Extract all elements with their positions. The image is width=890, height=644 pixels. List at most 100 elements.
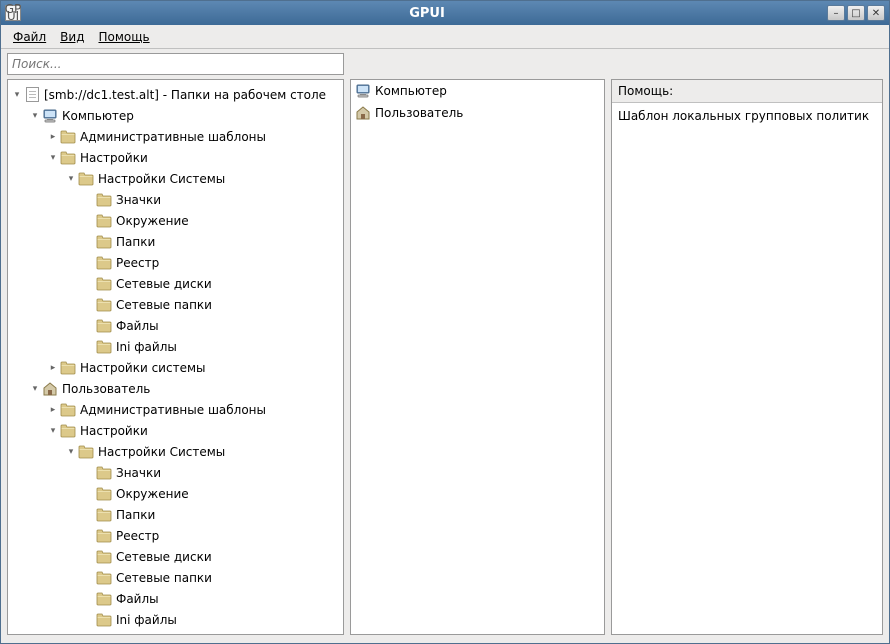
computer-icon: [42, 108, 58, 124]
tree-expander[interactable]: ▾: [46, 424, 60, 438]
tree-expander[interactable]: [82, 277, 96, 291]
tree-expander[interactable]: ▾: [28, 382, 42, 396]
tree-leaf-user-network_drives[interactable]: Сетевые диски: [10, 546, 341, 567]
tree-expander[interactable]: [82, 256, 96, 270]
tree-leaf-network_folders[interactable]: Сетевые папки: [10, 294, 341, 315]
tree-leaf-environment[interactable]: Окружение: [10, 210, 341, 231]
tree-leaf-files[interactable]: Файлы: [10, 315, 341, 336]
folder-icon: [78, 444, 94, 460]
tree-expander[interactable]: [82, 235, 96, 249]
folder-icon: [96, 570, 112, 586]
tree-system-settings-user[interactable]: ▾ Настройки Системы: [10, 441, 341, 462]
tree-expander[interactable]: [82, 550, 96, 564]
tree-item-label: Административные шаблоны: [80, 403, 266, 417]
tree-leaf-ini_files[interactable]: Ini файлы: [10, 336, 341, 357]
folder-icon: [96, 192, 112, 208]
tree-expander[interactable]: [82, 487, 96, 501]
tree-item-label: Настройки: [80, 151, 148, 165]
tree-root[interactable]: ▾ [smb://dc1.test.alt] - Папки на рабочем…: [10, 84, 341, 105]
tree-item-label: Сетевые папки: [116, 298, 212, 312]
tree-leaf-folders[interactable]: Папки: [10, 231, 341, 252]
content-area: ▾[smb://dc1.test.alt] - Папки на рабочем…: [1, 49, 889, 643]
folder-icon: [96, 234, 112, 250]
tree-expander[interactable]: ▸: [46, 361, 60, 375]
tree-item-label: Папки: [116, 235, 155, 249]
tree-expander[interactable]: [82, 298, 96, 312]
list-item-computer[interactable]: Компьютер: [351, 80, 604, 102]
tree-leaf-user-folders[interactable]: Папки: [10, 504, 341, 525]
folder-icon: [96, 465, 112, 481]
tree-item-label: Сетевые диски: [116, 277, 212, 291]
tree-expander[interactable]: [82, 571, 96, 585]
menubar: Файл Вид Помощь: [1, 25, 889, 49]
tree-admin-templates[interactable]: ▸Административные шаблоны: [10, 126, 341, 147]
tree-expander[interactable]: [82, 508, 96, 522]
folder-icon: [60, 150, 76, 166]
close-button[interactable]: ✕: [867, 5, 885, 21]
tree-settings-user[interactable]: ▾Настройки: [10, 420, 341, 441]
folder-icon: [78, 171, 94, 187]
tree-item-label: Ini файлы: [116, 340, 177, 354]
list-item-user[interactable]: Пользователь: [351, 102, 604, 124]
folder-icon: [96, 591, 112, 607]
tree-expander[interactable]: [82, 466, 96, 480]
titlebar: GP UI GPUI – □ ✕: [1, 1, 889, 25]
tree-expander[interactable]: ▾: [28, 109, 42, 123]
tree-item-label: Файлы: [116, 592, 159, 606]
tree-expander[interactable]: [82, 340, 96, 354]
tree-item-label: Значки: [116, 466, 161, 480]
tree-expander[interactable]: [82, 613, 96, 627]
tree-leaf-network_drives[interactable]: Сетевые диски: [10, 273, 341, 294]
tree-admin-templates-user[interactable]: ▸ Административные шаблоны: [10, 399, 341, 420]
tree-item-label: Настройки Системы: [98, 445, 225, 459]
window-title: GPUI: [27, 6, 827, 21]
minimize-button[interactable]: –: [827, 5, 845, 21]
search-input[interactable]: [7, 53, 344, 75]
tree-leaf-user-ini_files[interactable]: Ini файлы: [10, 609, 341, 630]
tree-item-label: Папки: [116, 508, 155, 522]
tree-item-label: Реестр: [116, 256, 159, 270]
tree-expander[interactable]: ▾: [64, 445, 78, 459]
menu-help[interactable]: Помощь: [92, 28, 155, 46]
tree-expander[interactable]: [82, 193, 96, 207]
tree-item-label: Окружение: [116, 214, 189, 228]
folder-icon: [96, 486, 112, 502]
app-window: GP UI GPUI – □ ✕ Файл Вид Помощь ▾[smb:/…: [0, 0, 890, 644]
tree-item-label: Настройки Системы: [98, 172, 225, 186]
folder-icon: [96, 213, 112, 229]
list-item-label: Пользователь: [375, 106, 463, 120]
tree-expander[interactable]: ▾: [64, 172, 78, 186]
tree-item-label: Пользователь: [62, 382, 150, 396]
tree-leaf-user-network_folders[interactable]: Сетевые папки: [10, 567, 341, 588]
tree-system-settings-lower-user[interactable]: ▸Настройки системы: [10, 630, 341, 635]
folder-icon: [96, 318, 112, 334]
tree-leaf-registry[interactable]: Реестр: [10, 252, 341, 273]
tree-expander[interactable]: ▸: [46, 403, 60, 417]
tree-user[interactable]: ▾ Пользователь: [10, 378, 341, 399]
tree-expander[interactable]: ▸: [46, 130, 60, 144]
tree-expander[interactable]: ▾: [46, 151, 60, 165]
tree-leaf-user-files[interactable]: Файлы: [10, 588, 341, 609]
tree-expander[interactable]: [82, 592, 96, 606]
tree-leaf-icons[interactable]: Значки: [10, 189, 341, 210]
tree-expander[interactable]: [82, 214, 96, 228]
tree-system-settings-lower[interactable]: ▸Настройки системы: [10, 357, 341, 378]
help-content: Шаблон локальных групповых политик: [612, 103, 882, 129]
menu-file[interactable]: Файл: [7, 28, 52, 46]
maximize-button[interactable]: □: [847, 5, 865, 21]
tree-computer[interactable]: ▾Компьютер: [10, 105, 341, 126]
tree-system-settings[interactable]: ▾ Настройки Системы: [10, 168, 341, 189]
folder-icon: [96, 276, 112, 292]
tree-expander[interactable]: [82, 529, 96, 543]
tree-leaf-user-registry[interactable]: Реестр: [10, 525, 341, 546]
list-panel: Компьютер Пользователь: [350, 79, 605, 635]
tree-expander[interactable]: [82, 319, 96, 333]
menu-view[interactable]: Вид: [54, 28, 90, 46]
tree-leaf-user-environment[interactable]: Окружение: [10, 483, 341, 504]
tree-item-label: Сетевые папки: [116, 571, 212, 585]
tree-leaf-user-icons[interactable]: Значки: [10, 462, 341, 483]
tree-expander[interactable]: ▸: [46, 634, 60, 636]
tree-expander[interactable]: ▾: [10, 88, 24, 102]
tree-item-label: [smb://dc1.test.alt] - Папки на рабочем …: [44, 88, 326, 102]
tree-settings[interactable]: ▾ Настройки: [10, 147, 341, 168]
